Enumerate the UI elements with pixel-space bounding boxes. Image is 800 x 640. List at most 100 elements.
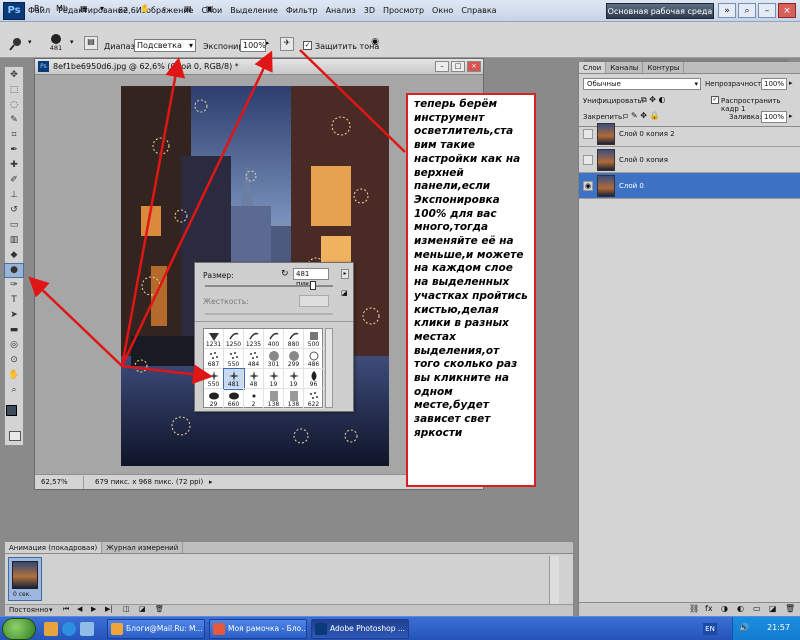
expand-icon[interactable]: » bbox=[718, 3, 736, 18]
status-info-arrow[interactable]: ▸ bbox=[209, 475, 213, 489]
arrange-documents-icon[interactable]: ▤ bbox=[184, 4, 192, 13]
history-brush-tool-icon[interactable]: ↺ bbox=[5, 204, 23, 217]
language-indicator[interactable]: EN bbox=[703, 623, 717, 635]
eraser-tool-icon[interactable]: ▭ bbox=[5, 219, 23, 232]
brush-preset-cell[interactable]: 29 bbox=[204, 389, 224, 409]
trash-icon[interactable]: 🗑 bbox=[785, 604, 795, 613]
lasso-tool-icon[interactable]: ◌ bbox=[5, 99, 23, 112]
brush-preset-cell[interactable]: 2 bbox=[244, 389, 264, 409]
loop-arrow[interactable]: ▾ bbox=[49, 606, 53, 614]
tab-channels[interactable]: Каналы bbox=[606, 62, 644, 73]
dodge-tool-active-icon[interactable]: ● bbox=[4, 263, 24, 278]
quick-mask-icon[interactable] bbox=[9, 431, 21, 441]
clock[interactable]: 21:57 bbox=[767, 623, 790, 632]
view-extras-icon[interactable]: ▦ bbox=[80, 4, 88, 13]
brush-preset-cell[interactable]: 1231 bbox=[204, 329, 224, 349]
brush-preset-cell[interactable]: 1235 bbox=[244, 329, 264, 349]
brush-preset-cell[interactable]: 299 bbox=[284, 349, 304, 369]
airbrush-icon[interactable]: ✈ bbox=[280, 37, 294, 51]
layer-row-selected[interactable]: ◉ Слой 0 bbox=[579, 173, 800, 199]
fill-arrow[interactable]: ▸ bbox=[789, 112, 793, 120]
hardness-input[interactable] bbox=[299, 295, 329, 307]
menu-select[interactable]: Выделение bbox=[230, 6, 278, 15]
brush-preset-cell[interactable]: 96 bbox=[304, 369, 324, 389]
menu-3d[interactable]: 3D bbox=[364, 6, 375, 15]
doc-maximize-button[interactable]: □ bbox=[451, 61, 465, 72]
brush-preset-cell[interactable]: 880 bbox=[284, 329, 304, 349]
brush-preset-cell[interactable]: 622 bbox=[304, 389, 324, 409]
brush-preset-cell[interactable]: 481 bbox=[223, 368, 245, 390]
hand-icon[interactable]: ✋ bbox=[140, 4, 150, 13]
next-frame-icon[interactable]: ▶| bbox=[105, 605, 113, 613]
screen-mode-icon[interactable]: ▣ bbox=[206, 4, 214, 13]
healing-brush-tool-icon[interactable]: ✚ bbox=[5, 159, 23, 172]
tablet-pressure-icon[interactable]: ◉ bbox=[368, 37, 382, 51]
quick-select-tool-icon[interactable]: ✎ bbox=[5, 114, 23, 127]
brush-preset-cell[interactable]: 301 bbox=[264, 349, 284, 369]
opacity-arrow[interactable]: ▸ bbox=[789, 79, 793, 87]
eyedropper-tool-icon[interactable]: ✒ bbox=[5, 144, 23, 157]
3d-orbit-tool-icon[interactable]: ⊙ bbox=[5, 354, 23, 367]
taskbar-button-blogs[interactable]: Блоги@Mail.Ru: M... bbox=[107, 619, 205, 639]
pen-tool-icon[interactable]: ✑ bbox=[5, 279, 23, 292]
layer-row[interactable]: Слой 0 копия bbox=[579, 147, 800, 173]
marquee-tool-icon[interactable]: ⬚ bbox=[5, 84, 23, 97]
brush-preset-cell[interactable]: 138 bbox=[284, 389, 304, 409]
zoom-tool-icon[interactable]: ⌕ bbox=[162, 4, 166, 14]
taskbar-button-frame[interactable]: Моя рамочка - Бло... bbox=[209, 619, 307, 639]
bridge-button[interactable]: Br bbox=[34, 4, 43, 13]
opacity-input[interactable]: 100% bbox=[761, 78, 787, 90]
unify-icons[interactable]: ⧉ ✥ ◐ bbox=[641, 95, 665, 105]
adjustment-layer-icon[interactable]: ◐ bbox=[737, 604, 744, 613]
menu-view[interactable]: Просмотр bbox=[383, 6, 424, 15]
brush-grid-scrollbar[interactable] bbox=[325, 328, 333, 408]
range-select[interactable]: Подсветка ▾ bbox=[134, 39, 196, 52]
brush-dropdown-arrow[interactable]: ▾ bbox=[70, 38, 74, 46]
3d-rotate-tool-icon[interactable]: ◎ bbox=[5, 339, 23, 352]
brush-preset-cell[interactable]: 500 bbox=[304, 329, 324, 349]
layer-row[interactable]: Слой 0 копия 2 bbox=[579, 121, 800, 147]
dodge-tool-icon[interactable] bbox=[8, 36, 24, 52]
menu-analysis[interactable]: Анализ bbox=[326, 6, 356, 15]
new-layer-icon[interactable]: ◪ bbox=[769, 604, 777, 613]
brush-preset-cell[interactable]: 400 bbox=[264, 329, 284, 349]
lock-icons[interactable]: ▫ ✎ ✥ 🔒 bbox=[623, 111, 659, 120]
tab-paths[interactable]: Контуры bbox=[643, 62, 685, 73]
play-icon[interactable]: ▶ bbox=[91, 605, 96, 613]
doc-minimize-button[interactable]: – bbox=[435, 61, 449, 72]
minibridge-button[interactable]: Mb bbox=[56, 4, 68, 13]
size-slider-thumb[interactable] bbox=[310, 281, 316, 290]
search-help-icon[interactable]: ⌕ bbox=[738, 3, 756, 18]
foreground-color-swatch[interactable] bbox=[6, 405, 17, 416]
path-select-tool-icon[interactable]: ➤ bbox=[5, 309, 23, 322]
hardness-slider-track[interactable] bbox=[205, 313, 333, 315]
tween-icon[interactable]: ◫ bbox=[123, 605, 130, 613]
gradient-tool-icon[interactable]: ▥ bbox=[5, 234, 23, 247]
quicklaunch-browser-icon[interactable] bbox=[62, 622, 76, 636]
quicklaunch-folder-icon[interactable] bbox=[44, 622, 58, 636]
brush-tool-icon[interactable]: ✐ bbox=[5, 174, 23, 187]
menu-window[interactable]: Окно bbox=[432, 6, 453, 15]
brush-preset-cell[interactable]: 19 bbox=[264, 369, 284, 389]
loop-select[interactable]: Постоянно bbox=[9, 606, 48, 614]
brush-size-input[interactable]: 481 пикс bbox=[293, 268, 329, 288]
exposure-input[interactable]: 100% bbox=[240, 39, 266, 52]
quicklaunch-desktop-icon[interactable] bbox=[80, 622, 94, 636]
menu-filter[interactable]: Фильтр bbox=[286, 6, 318, 15]
clone-stamp-tool-icon[interactable]: ⊥ bbox=[5, 189, 23, 202]
shape-tool-icon[interactable]: ▬ bbox=[5, 324, 23, 337]
layer-visibility-toggle[interactable] bbox=[583, 129, 593, 139]
brush-preset-cell[interactable]: 1250 bbox=[224, 329, 244, 349]
tool-preset-dropdown[interactable]: ▾ bbox=[28, 38, 32, 46]
blend-mode-select[interactable]: Обычные ▾ bbox=[583, 78, 701, 90]
prev-frame-icon[interactable]: ◀ bbox=[77, 605, 82, 613]
layer-mask-icon[interactable]: ◑ bbox=[721, 604, 728, 613]
reset-size-icon[interactable]: ↻ bbox=[281, 269, 289, 279]
brush-preset-cell[interactable]: 687 bbox=[204, 349, 224, 369]
delete-frame-icon[interactable]: 🗑 bbox=[155, 605, 164, 613]
brush-preset-cell[interactable]: 550 bbox=[204, 369, 224, 389]
volume-icon[interactable]: 🔊 bbox=[739, 623, 749, 632]
brush-preset-cell[interactable]: 484 bbox=[244, 349, 264, 369]
blur-tool-icon[interactable]: ◆ bbox=[5, 249, 23, 262]
doc-close-button[interactable]: × bbox=[467, 61, 481, 72]
